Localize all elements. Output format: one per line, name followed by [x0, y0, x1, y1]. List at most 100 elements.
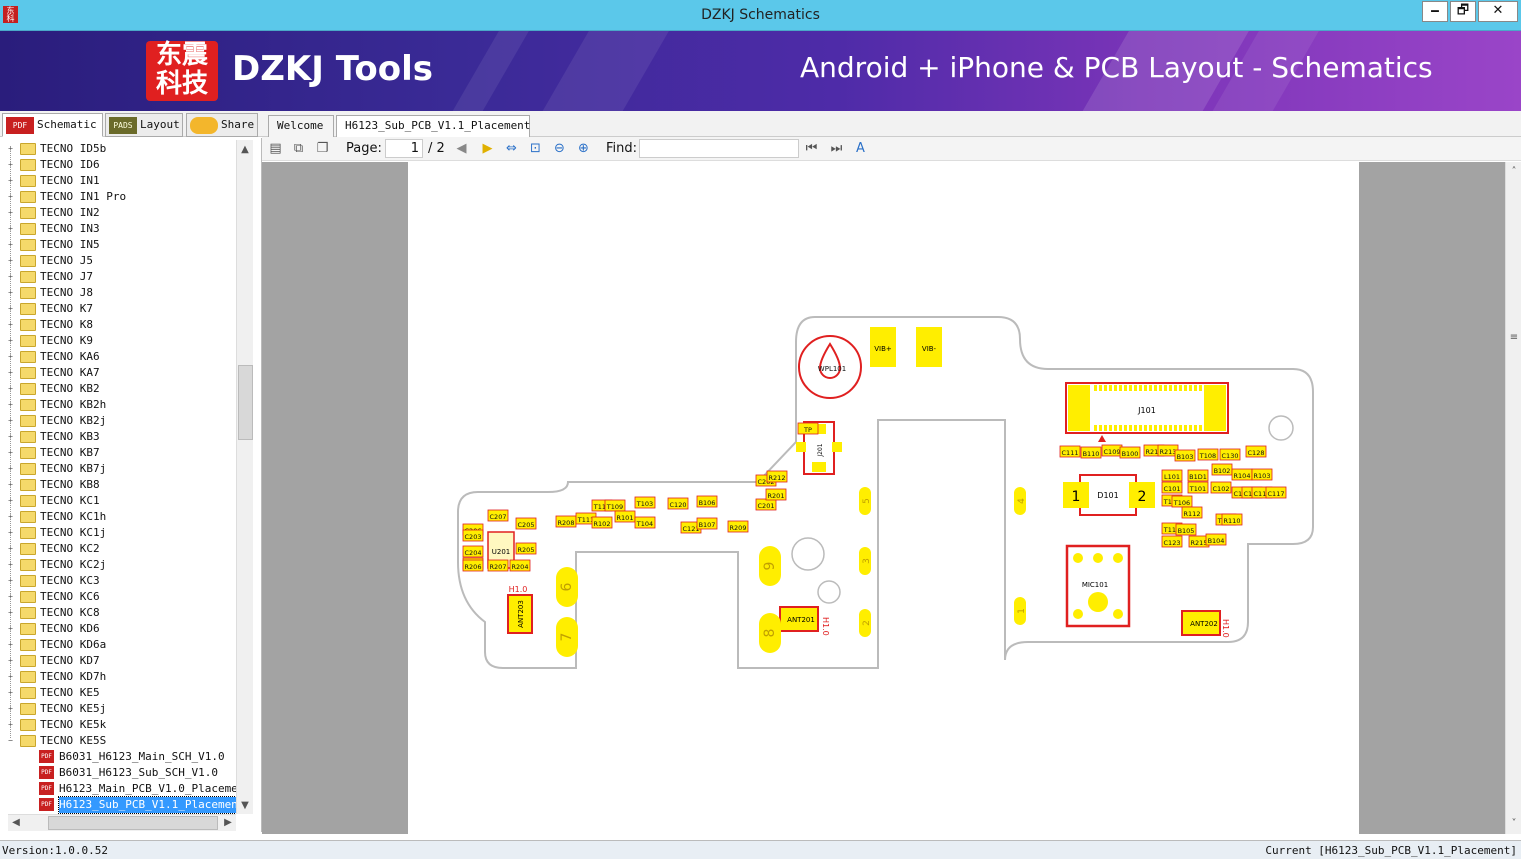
tree-folder[interactable]: + TECNO KC3: [0, 573, 236, 589]
tree-folder[interactable]: + TECNO KB2j: [0, 413, 236, 429]
tab-share[interactable]: Share: [186, 113, 258, 137]
file-tree[interactable]: + TECNO ID5b + TECNO ID6 + TECNO IN1 + T…: [0, 138, 262, 832]
tree-folder[interactable]: + TECNO KB7: [0, 445, 236, 461]
page-area[interactable]: WPL101 VIB+ VIB- J101 J201 1 2 D101 MIC1…: [262, 162, 1505, 834]
tree-folder[interactable]: + TECNO KC2j: [0, 557, 236, 573]
scroll-left-icon[interactable]: ◀: [8, 815, 24, 831]
pdf-icon: PDF: [6, 116, 34, 134]
j101-pin: [1154, 385, 1157, 391]
next-page-icon[interactable]: ▶: [479, 140, 496, 157]
copy-icon[interactable]: ⧉: [290, 140, 307, 157]
find-options-icon[interactable]: A: [852, 140, 869, 157]
tab-schematic[interactable]: PDF Schematic: [2, 113, 103, 137]
scroll-down-icon[interactable]: ▼: [237, 798, 253, 814]
pad-number: 4: [1017, 498, 1027, 504]
minimize-button[interactable]: 🗕: [1422, 1, 1448, 22]
cloud-share-icon: [190, 116, 218, 134]
j101-pin: [1124, 425, 1127, 431]
tree-folder[interactable]: + TECNO KE5j: [0, 701, 236, 717]
scroll-up-icon[interactable]: ▲: [237, 142, 253, 158]
doc-tab-placement[interactable]: H6123_Sub_PCB_V1.1_Placement✕: [336, 115, 530, 152]
mounting-hole: [1268, 415, 1294, 441]
tree-file[interactable]: PDF B6031_H6123_Sub_SCH_V1.0: [0, 765, 236, 781]
tree-folder[interactable]: + TECNO J7: [0, 269, 236, 285]
folder-icon: [20, 703, 36, 715]
j101-pin: [1179, 385, 1182, 391]
close-button[interactable]: ✕: [1478, 1, 1518, 22]
h-scroll-thumb[interactable]: [48, 816, 218, 830]
pdf-file-icon: PDF: [39, 798, 54, 811]
tree-folder[interactable]: + TECNO K9: [0, 333, 236, 349]
folder-icon: [20, 511, 36, 523]
collapse-toggle-icon[interactable]: −: [6, 737, 15, 746]
component-label: T104: [636, 520, 653, 528]
fit-page-icon[interactable]: ⊡: [527, 140, 544, 157]
folder-label: TECNO KD7: [40, 654, 100, 667]
zoom-in-icon[interactable]: ⊕: [575, 140, 592, 157]
tree-file[interactable]: PDF B6031_H6123_Main_SCH_V1.0: [0, 749, 236, 765]
tree-folder[interactable]: + TECNO KD6a: [0, 637, 236, 653]
tree-folder[interactable]: + TECNO ID6: [0, 157, 236, 173]
tree-folder[interactable]: + TECNO K8: [0, 317, 236, 333]
tree-horizontal-scrollbar[interactable]: ◀ ▶: [8, 814, 236, 831]
tree-folder[interactable]: + TECNO KB2: [0, 381, 236, 397]
tree-folder[interactable]: + TECNO J5: [0, 253, 236, 269]
viewer-scroll-down-icon[interactable]: ˅: [1506, 816, 1521, 832]
tree-folder[interactable]: + TECNO KD6: [0, 621, 236, 637]
open-file-icon[interactable]: ▤: [267, 140, 284, 157]
tree-folder[interactable]: + TECNO KA6: [0, 349, 236, 365]
tree-folder[interactable]: + TECNO KC1h: [0, 509, 236, 525]
viewer-vertical-scrollbar[interactable]: ˄ ≡ ˅: [1505, 162, 1521, 834]
tree-folder[interactable]: + TECNO KE5k: [0, 717, 236, 733]
scroll-right-icon[interactable]: ▶: [220, 815, 236, 831]
tree-folder[interactable]: + TECNO KE5: [0, 685, 236, 701]
tree-folder[interactable]: + TECNO KA7: [0, 365, 236, 381]
page-label: Page:: [346, 141, 382, 156]
tree-file[interactable]: PDF H6123_Sub_PCB_V1.1_Placement: [0, 796, 246, 814]
component-label: R208: [558, 519, 575, 527]
restore-button[interactable]: 🗗: [1450, 1, 1476, 22]
fit-width-icon[interactable]: ⇔: [503, 140, 520, 157]
tree-folder[interactable]: + TECNO IN1 Pro: [0, 189, 236, 205]
tree-folder[interactable]: + TECNO KC6: [0, 589, 236, 605]
folder-label: TECNO KB2h: [40, 398, 107, 411]
tree-folder[interactable]: + TECNO K7: [0, 301, 236, 317]
tree-vertical-scrollbar[interactable]: ▲ ▼: [236, 140, 253, 814]
viewer-scroll-grip-icon[interactable]: ≡: [1506, 330, 1521, 346]
tree-folder[interactable]: + TECNO IN1: [0, 173, 236, 189]
pin1-marker: [1098, 435, 1106, 442]
scroll-thumb[interactable]: [238, 365, 253, 440]
tree-folder[interactable]: − TECNO KE5S: [0, 733, 236, 749]
tree-folder[interactable]: + TECNO KC8: [0, 605, 236, 621]
find-previous-icon[interactable]: ⏮: [803, 140, 820, 157]
component-label: T108: [1199, 452, 1216, 460]
tree-folder[interactable]: + TECNO KB2h: [0, 397, 236, 413]
tree-folder[interactable]: + TECNO KB8: [0, 477, 236, 493]
pad-number: 3: [862, 558, 872, 564]
tree-file[interactable]: PDF H6123_Main_PCB_V1.0_Placement: [0, 781, 251, 797]
tree-folder[interactable]: + TECNO KD7: [0, 653, 236, 669]
tree-folder[interactable]: + TECNO IN5: [0, 237, 236, 253]
j101-pin: [1109, 385, 1112, 391]
viewer-scroll-up-icon[interactable]: ˄: [1506, 164, 1521, 180]
tree-folder[interactable]: + TECNO KD7h: [0, 669, 236, 685]
folder-icon: [20, 191, 36, 203]
pages-icon[interactable]: ❐: [314, 140, 331, 157]
page-number-input[interactable]: 1: [385, 139, 423, 158]
tree-folder[interactable]: + TECNO IN2: [0, 205, 236, 221]
prev-page-icon[interactable]: ◀: [453, 140, 470, 157]
find-input[interactable]: [639, 139, 799, 158]
find-next-icon[interactable]: ⏭: [828, 140, 845, 157]
tree-folder[interactable]: + TECNO IN3: [0, 221, 236, 237]
tree-folder[interactable]: + TECNO ID5b: [0, 141, 236, 157]
folder-icon: [20, 287, 36, 299]
tree-folder[interactable]: + TECNO KC2: [0, 541, 236, 557]
tree-folder[interactable]: + TECNO J8: [0, 285, 236, 301]
tree-folder[interactable]: + TECNO KB3: [0, 429, 236, 445]
tree-folder[interactable]: + TECNO KC1: [0, 493, 236, 509]
zoom-out-icon[interactable]: ⊖: [551, 140, 568, 157]
tab-layout[interactable]: PADS Layout: [105, 113, 183, 137]
tree-folder[interactable]: + TECNO KB7j: [0, 461, 236, 477]
doc-tab-welcome[interactable]: Welcome: [268, 115, 334, 137]
tree-folder[interactable]: + TECNO KC1j: [0, 525, 236, 541]
